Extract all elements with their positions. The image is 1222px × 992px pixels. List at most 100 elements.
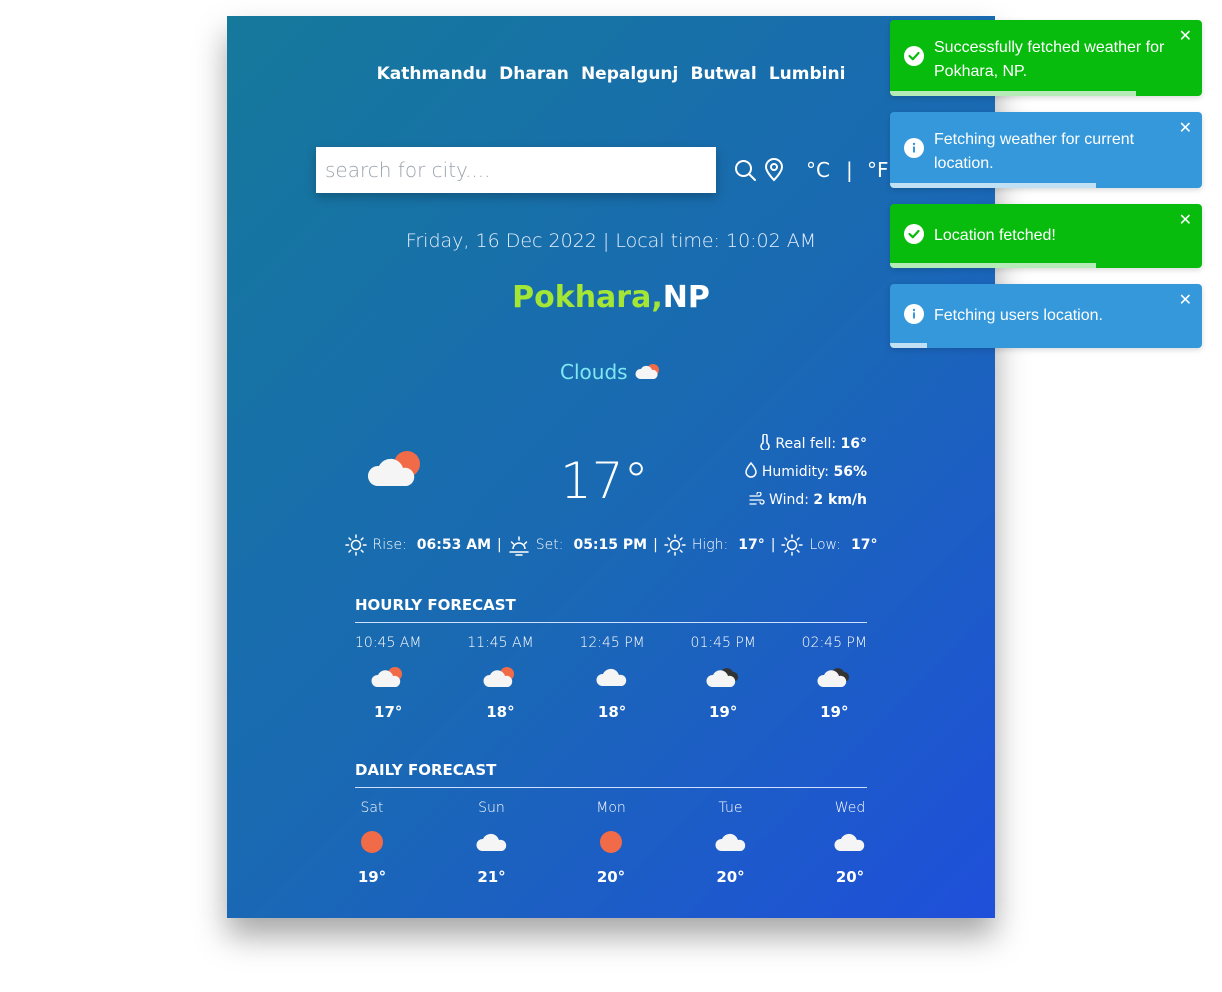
cloud-dark-icon [706,668,740,693]
humidity-label: Humidity: [761,464,830,480]
droplet-icon [745,461,758,478]
unit-separator: | [846,158,853,182]
cloud-icon [595,668,629,693]
real-feel-value: 16° [840,436,867,452]
cloud-dark-icon [817,668,851,693]
toast-info[interactable]: Fetching weather for current location. ✕ [890,112,1202,188]
sunrise-label: Rise: [372,537,407,553]
sun-icon [594,831,628,858]
sun-icon [355,831,389,858]
cloud-icon [833,833,867,858]
daily-item: Sat 19° [355,800,389,886]
daily-temp: 19° [357,868,387,886]
hourly-time: 11:45 AM [467,635,534,651]
daily-day: Sat [360,800,384,816]
daily-item: Sun 21° [475,800,509,886]
thermometer-icon [760,433,770,452]
toast-message: Fetching users location. [934,307,1103,324]
hourly-time: 10:45 AM [355,635,422,651]
close-icon[interactable]: ✕ [1179,118,1192,138]
humidity-value: 56% [833,464,867,480]
search-icon[interactable] [733,158,757,182]
separator: | [770,537,776,553]
location-title: Pokhara,NP [227,280,995,315]
real-feel-row: Real fell: 16° [745,430,867,458]
toast-success[interactable]: Location fetched! ✕ [890,204,1202,268]
sunset-value: 05:15 PM [573,537,648,553]
daily-item: Wed 20° [833,800,867,886]
daily-day: Wed [834,800,866,816]
celsius-button[interactable]: °C [806,158,830,182]
cloud-sun-large-icon [367,451,420,486]
hourly-item: 10:45 AM 17° [355,635,421,721]
close-icon[interactable]: ✕ [1179,26,1192,46]
hourly-item: 01:45 PM 19° [691,635,756,721]
hourly-temp: 18° [597,703,627,721]
daily-day: Sun [478,800,505,816]
weather-condition: Clouds [227,360,995,384]
city-button-dharan[interactable]: Dharan [496,64,572,84]
hourly-temp: 19° [820,703,849,721]
sunrise-icon [344,534,367,556]
weather-details: Real fell: 16° Humidity: 56% Wind: 2 km/… [745,430,867,514]
search-input[interactable] [316,147,714,193]
hourly-time: 12:45 PM [579,635,645,651]
city-button-kathmandu[interactable]: Kathmandu [374,64,490,84]
cloud-sun-icon [371,667,405,693]
hourly-time: 01:45 PM [690,635,756,651]
hourly-time: 02:45 PM [801,635,867,651]
local-datetime: Friday, 16 Dec 2022 | Local time: 10:02 … [405,230,817,252]
toast-info[interactable]: Fetching users location. ✕ [890,284,1202,348]
toast-message: Fetching weather for current location. [934,131,1135,172]
hourly-item: 11:45 AM 18° [467,635,533,721]
info-circle-icon [904,304,924,329]
cloud-icon [714,833,748,858]
cloud-icon [475,833,509,858]
toast-message: Successfully fetched weather for Pokhara… [934,39,1165,80]
low-value: 17° [850,537,878,553]
high-value: 17° [738,537,765,553]
daily-temp: 20° [716,868,745,886]
daily-day: Mon [596,800,626,816]
humidity-row: Humidity: 56% [745,458,867,486]
daily-temp: 20° [835,868,865,886]
current-temperature: 17° [560,452,649,510]
city-button-butwal[interactable]: Butwal [688,64,760,84]
info-circle-icon [904,138,924,163]
hourly-forecast-list: 10:45 AM 17° 11:45 AM 18° 12:45 PM 18° 01:45 P… [355,635,867,721]
daily-forecast-title: DAILY FORECAST [355,761,867,788]
location-pin-icon[interactable] [763,158,785,182]
check-circle-icon [904,46,924,71]
hourly-temp: 18° [486,703,515,721]
real-feel-label: Real fell: [775,436,837,452]
city-button-lumbini[interactable]: Lumbini [766,64,849,84]
city-name: Pokhara, [512,280,663,315]
cloud-sun-icon [483,667,517,693]
search-box [316,147,716,193]
toast-progress-bar [890,183,1096,188]
cloud-sun-icon [635,364,659,379]
sunset-icon [508,536,529,556]
hourly-temp: 19° [709,703,738,721]
condition-label: Clouds [560,360,628,384]
close-icon[interactable]: ✕ [1179,290,1192,310]
wind-icon [748,491,765,505]
sunset-label: Set: [535,537,564,553]
sun-info-row: Rise: 06:53 AM | Set: 05:15 PM | High: 1… [227,534,995,556]
fahrenheit-button[interactable]: °F [867,158,889,182]
toast-progress-bar [890,91,1137,96]
hourly-temp: 17° [374,703,403,721]
daily-item: Tue 20° [714,800,748,886]
daily-temp: 21° [477,868,506,886]
low-label: Low: [809,537,841,553]
wind-row: Wind: 2 km/h [745,486,867,514]
city-button-nepalgunj[interactable]: Nepalgunj [578,64,681,84]
sun-low-icon [781,534,804,556]
toast-success[interactable]: Successfully fetched weather for Pokhara… [890,20,1202,96]
daily-item: Mon 20° [594,800,628,886]
wind-label: Wind: [769,492,809,508]
hourly-item: 12:45 PM 18° [579,635,644,721]
close-icon[interactable]: ✕ [1179,210,1192,230]
separator: | [497,537,502,553]
hourly-item: 02:45 PM 19° [802,635,867,721]
